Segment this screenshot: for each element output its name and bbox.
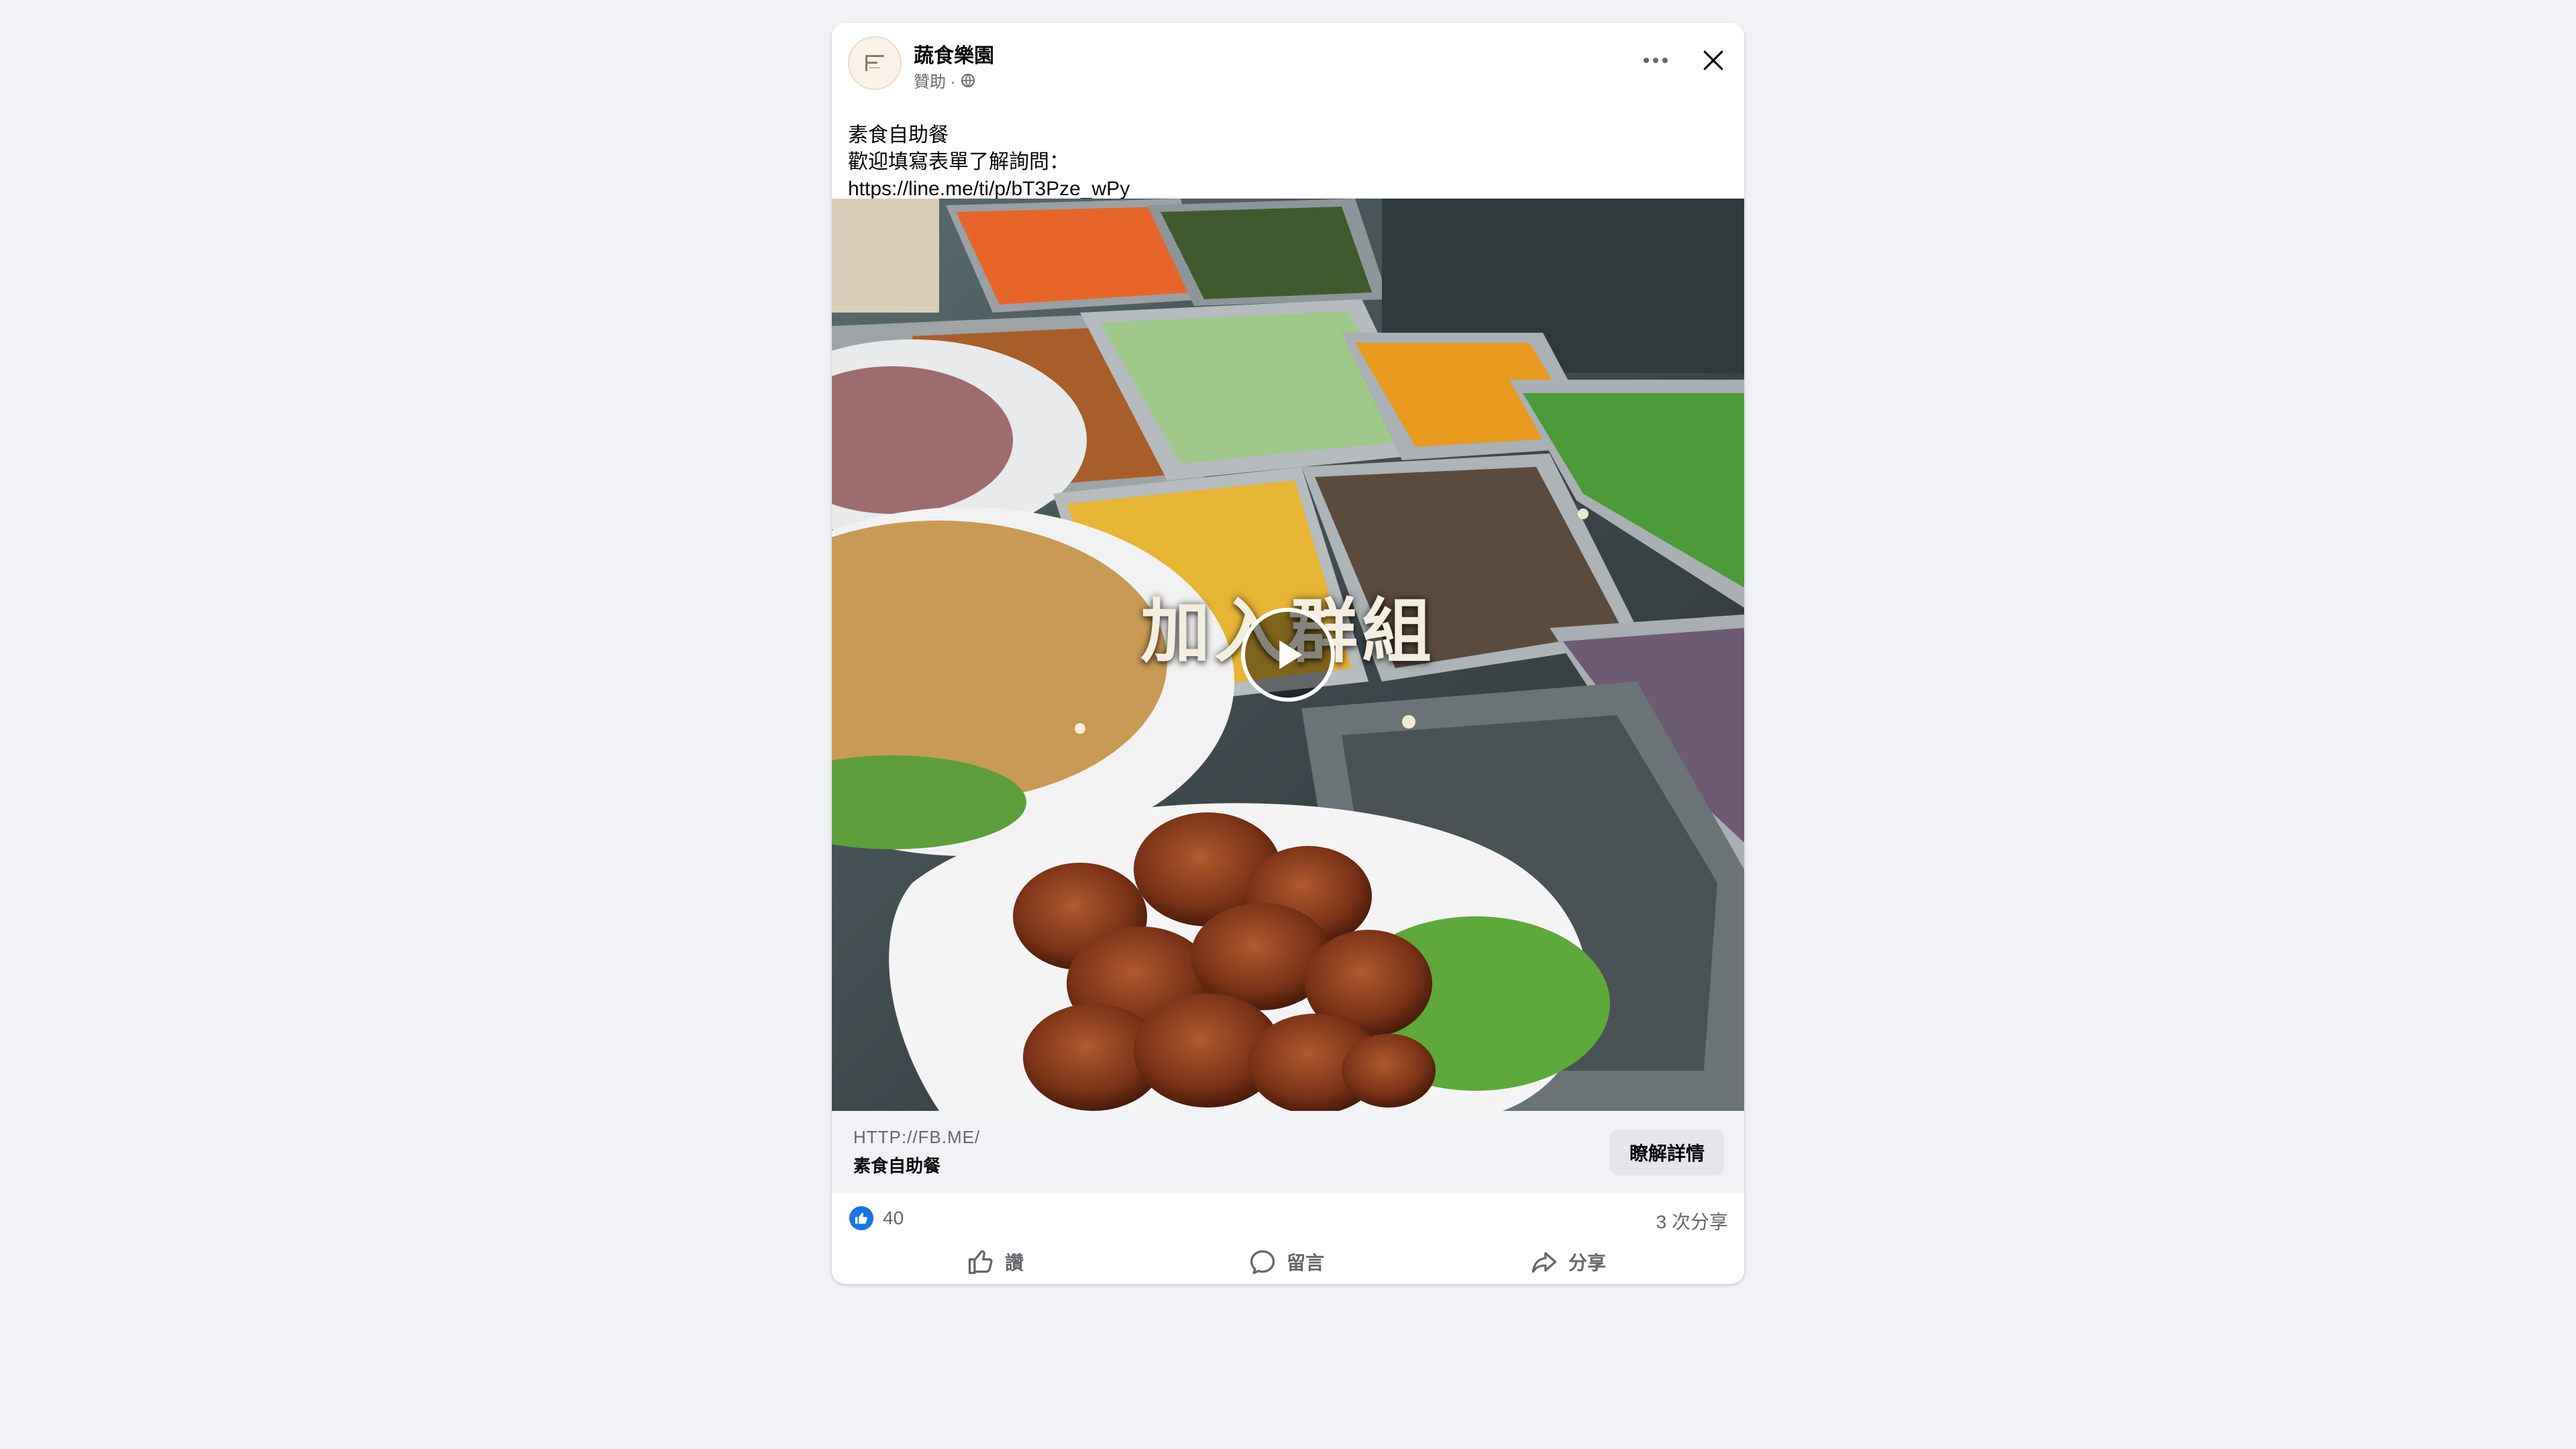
video-player[interactable]: 加入群組 <box>832 199 1744 1111</box>
engagement-stats: 40 3 次分享 <box>832 1193 1744 1242</box>
comment-icon <box>1250 1250 1275 1275</box>
like-reaction-icon[interactable] <box>849 1206 873 1230</box>
caption-line: 素食自助餐 <box>848 124 949 146</box>
share-count[interactable]: 3 次分享 <box>1656 1208 1728 1234</box>
post-caption: 素食自助餐 歡迎填寫表單了解詢問： https://line.me/ti/p/b… <box>848 122 1720 203</box>
close-button[interactable] <box>1692 39 1735 82</box>
page-logo-icon <box>865 55 884 71</box>
post-header: 蔬食樂園 贊助 · <box>832 23 1744 97</box>
learn-more-button[interactable]: 瞭解詳情 <box>1610 1130 1724 1175</box>
more-dots-icon <box>1644 58 1668 63</box>
comment-label: 留言 <box>1287 1252 1325 1273</box>
close-icon <box>1703 50 1723 70</box>
share-label: 分享 <box>1568 1252 1607 1273</box>
like-button[interactable]: 讚 <box>966 1242 1024 1281</box>
page-avatar[interactable] <box>848 36 902 90</box>
action-bar: 讚 留言 分享 <box>832 1242 1744 1284</box>
link-domain: HTTP://FB.ME/ <box>853 1127 981 1147</box>
thumbs-up-outline-icon <box>968 1250 993 1275</box>
like-label: 讚 <box>1005 1252 1024 1273</box>
link-preview-bar[interactable]: HTTP://FB.ME/ 素食自助餐 瞭解詳情 <box>832 1111 1744 1193</box>
sponsored-label[interactable]: 贊助 · <box>914 68 956 92</box>
ad-post-card: 蔬食樂園 贊助 · 素食自助餐 歡迎填寫表單了解詢問： https://line… <box>832 23 1744 1284</box>
more-options-button[interactable] <box>1634 39 1677 82</box>
like-count[interactable]: 40 <box>883 1208 904 1229</box>
share-arrow-icon <box>1532 1252 1557 1273</box>
post-meta: 贊助 · <box>914 68 976 92</box>
thumbs-up-icon <box>855 1212 867 1224</box>
play-button[interactable] <box>1241 608 1335 702</box>
page-name[interactable]: 蔬食樂園 <box>914 39 994 68</box>
link-title: 素食自助餐 <box>853 1156 941 1176</box>
share-button[interactable]: 分享 <box>1529 1242 1606 1281</box>
comment-button[interactable]: 留言 <box>1248 1242 1324 1281</box>
play-icon <box>1279 640 1303 669</box>
globe-icon <box>961 73 975 87</box>
caption-line: 歡迎填寫表單了解詢問： <box>848 151 1069 173</box>
